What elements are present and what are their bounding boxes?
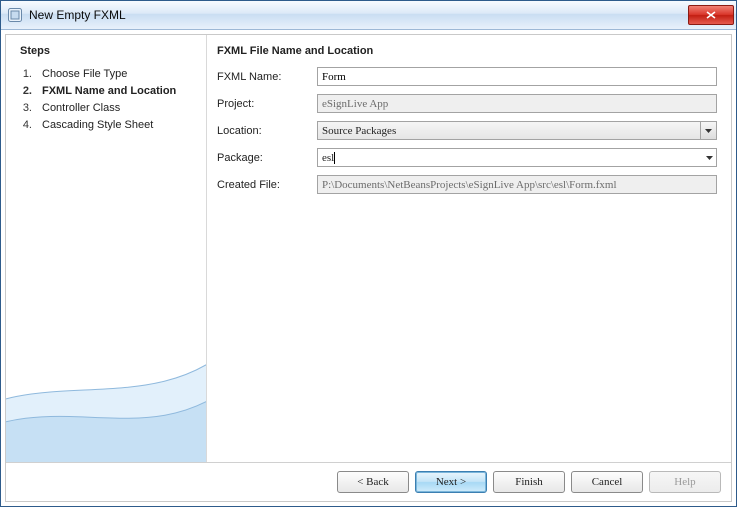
fxml-name-label: FXML Name: [217, 71, 309, 83]
step-item: 4. Cascading Style Sheet [20, 118, 196, 133]
window-title: New Empty FXML [29, 8, 126, 22]
location-combo[interactable] [317, 121, 717, 140]
created-file-field [317, 175, 717, 194]
form-grid: FXML Name: Project: Location: Package: [217, 67, 717, 194]
step-item: 2. FXML Name and Location [20, 84, 196, 99]
chevron-down-icon [705, 129, 712, 133]
form-pane: FXML File Name and Location FXML Name: P… [206, 35, 731, 462]
content-area: Steps 1. Choose File Type 2. FXML Name and … [6, 35, 731, 462]
steps-heading: Steps [20, 45, 196, 57]
steps-pane: Steps 1. Choose File Type 2. FXML Name and … [6, 35, 206, 462]
back-button[interactable]: < Back [337, 471, 409, 493]
chevron-down-icon [706, 156, 713, 160]
step-item: 1. Choose File Type [20, 67, 196, 82]
titlebar: New Empty FXML [1, 1, 736, 30]
step-number: 1. [20, 67, 32, 82]
step-item: 3. Controller Class [20, 101, 196, 116]
close-button[interactable] [688, 5, 734, 25]
package-dropdown-arrow[interactable] [701, 148, 717, 167]
form-heading: FXML File Name and Location [217, 45, 717, 57]
steps-list: 1. Choose File Type 2. FXML Name and Locati… [20, 67, 196, 133]
step-number: 4. [20, 118, 32, 133]
step-number: 2. [20, 84, 32, 99]
project-field [317, 94, 717, 113]
location-dropdown-arrow[interactable] [700, 121, 717, 140]
package-input[interactable]: esl [317, 148, 717, 167]
package-label: Package: [217, 152, 309, 164]
created-file-label: Created File: [217, 179, 309, 191]
finish-button[interactable]: Finish [493, 471, 565, 493]
close-icon [706, 11, 716, 19]
app-icon [7, 7, 23, 23]
decorative-swoosh [6, 272, 206, 462]
button-bar: < Back Next > Finish Cancel Help [6, 462, 731, 501]
step-number: 3. [20, 101, 32, 116]
step-label: Controller Class [42, 101, 196, 116]
step-label: FXML Name and Location [42, 84, 196, 99]
cancel-button[interactable]: Cancel [571, 471, 643, 493]
wizard-body: Steps 1. Choose File Type 2. FXML Name and … [5, 34, 732, 502]
location-label: Location: [217, 125, 309, 137]
wizard-window: New Empty FXML Steps 1. Choose File Type 2… [0, 0, 737, 507]
package-combo[interactable]: esl [317, 148, 717, 167]
next-button[interactable]: Next > [415, 471, 487, 493]
help-button[interactable]: Help [649, 471, 721, 493]
project-label: Project: [217, 98, 309, 110]
text-caret [334, 152, 335, 164]
location-value[interactable] [317, 121, 717, 140]
fxml-name-input[interactable] [317, 67, 717, 86]
package-value: esl [322, 152, 334, 164]
step-label: Cascading Style Sheet [42, 118, 196, 133]
step-label: Choose File Type [42, 67, 196, 82]
